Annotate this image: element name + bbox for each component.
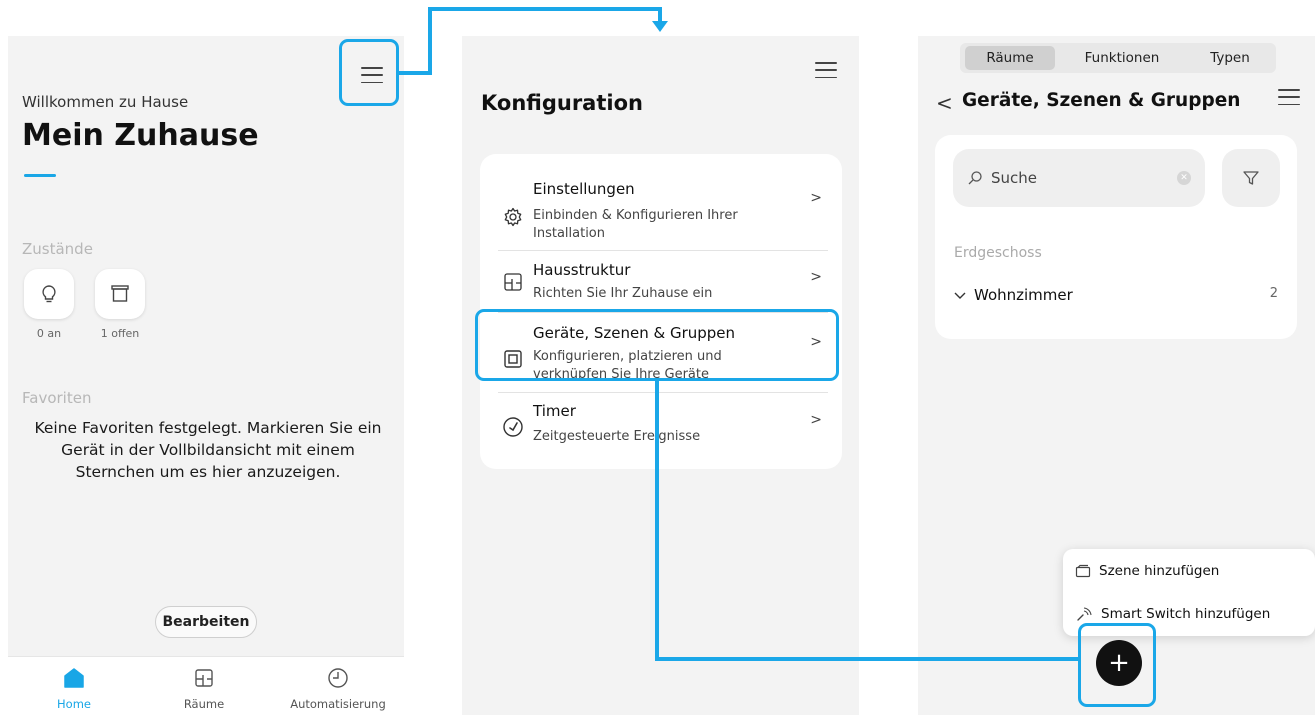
search-input[interactable]: Suche [991, 169, 1037, 187]
nav-label-home: Home [57, 697, 91, 711]
nav-label-automation: Automatisierung [290, 697, 386, 711]
view-segmented-control: Räume Funktionen Typen [960, 43, 1276, 73]
divider [498, 250, 828, 251]
home-screen: Willkommen zu Hause Mein Zuhause Zuständ… [8, 36, 404, 715]
favorites-empty-message: Keine Favoriten festgelegt. Markieren Si… [34, 419, 382, 481]
connector-line [655, 381, 659, 661]
menu-icon[interactable] [1278, 89, 1300, 105]
nav-label-rooms: Räume [183, 697, 225, 711]
config-item-settings[interactable]: Einstellungen Einbinden & Konfigurieren … [480, 178, 842, 248]
tab-functions[interactable]: Funktionen [1072, 46, 1172, 70]
rooms-icon [195, 669, 213, 687]
config-item-title: Hausstruktur [533, 261, 631, 279]
page-title: Geräte, Szenen & Gruppen [962, 90, 1241, 111]
back-arrow-icon[interactable]: < [936, 91, 953, 115]
home-icon [64, 668, 84, 688]
state-tile-lights[interactable] [24, 269, 74, 319]
nav-item-automation[interactable]: Automatisierung [279, 665, 397, 711]
highlight-menu-icon [339, 39, 399, 106]
edit-button[interactable]: Bearbeiten [155, 606, 257, 638]
room-row-wohnzimmer[interactable]: Wohnzimmer 2 [954, 286, 1278, 304]
favorites-label: Favoriten [22, 389, 92, 407]
page-title: Konfiguration [481, 91, 643, 115]
tab-types[interactable]: Typen [1190, 46, 1270, 70]
chevron-right-icon: > [810, 412, 822, 428]
floor-label: Erdgeschoss [954, 245, 1042, 261]
nav-item-home[interactable]: Home [19, 665, 129, 711]
states-label: Zustände [22, 240, 93, 258]
clock-icon [328, 668, 348, 688]
filter-icon [1243, 171, 1259, 185]
config-item-timer[interactable]: Timer Zeitgesteuerte Ereignisse > [480, 402, 842, 458]
chevron-right-icon: > [810, 269, 822, 285]
page-title: Mein Zuhause [22, 118, 259, 153]
room-name: Wohnzimmer [974, 286, 1073, 304]
gear-icon [504, 207, 522, 227]
chevron-right-icon: > [810, 190, 822, 206]
connector-arrow-icon [652, 21, 668, 32]
state-caption-blinds: 1 offen [100, 327, 140, 340]
connector-line [428, 7, 662, 11]
bottom-nav: Home Räume Automatisierung [8, 656, 404, 715]
menu-item-label: Szene hinzufügen [1099, 563, 1220, 579]
config-item-title: Timer [533, 402, 576, 420]
config-item-title: Einstellungen [533, 180, 635, 198]
floorplan-icon [504, 273, 522, 291]
state-tile-blinds[interactable] [95, 269, 145, 319]
chevron-down-icon [954, 292, 966, 299]
connector-line [655, 657, 1079, 661]
title-accent-line [24, 174, 56, 177]
config-item-subtitle: Einbinden & Konfigurieren Ihrer Installa… [533, 208, 738, 241]
highlight-fab [1078, 623, 1156, 707]
timer-icon [503, 417, 523, 437]
menu-item-label: Smart Switch hinzufügen [1101, 606, 1271, 622]
search-field[interactable]: Suche ✕ [953, 149, 1205, 207]
search-icon [968, 171, 982, 185]
clear-search-icon[interactable]: ✕ [1177, 171, 1191, 185]
highlight-devices-item [475, 309, 839, 381]
divider [498, 392, 828, 393]
scene-icon [1075, 564, 1091, 578]
menu-icon[interactable] [815, 62, 837, 78]
menu-item-add-smart-switch[interactable]: Smart Switch hinzufügen [1075, 606, 1270, 622]
connector-line [428, 7, 432, 75]
config-item-subtitle: Richten Sie Ihr Zuhause ein [533, 286, 713, 301]
rooms-card: Suche ✕ Erdgeschoss Wohnzimmer 2 [935, 135, 1297, 339]
menu-item-add-scene[interactable]: Szene hinzufügen [1075, 563, 1219, 579]
filter-button[interactable] [1222, 149, 1280, 207]
tab-rooms[interactable]: Räume [965, 46, 1055, 70]
blind-icon [111, 285, 129, 302]
lightbulb-icon [42, 285, 56, 303]
smart-switch-icon [1077, 607, 1092, 621]
nav-item-rooms[interactable]: Räume [149, 665, 259, 711]
room-device-count: 2 [1269, 286, 1278, 301]
welcome-text: Willkommen zu Hause [22, 93, 189, 111]
state-caption-lights: 0 an [36, 327, 62, 340]
